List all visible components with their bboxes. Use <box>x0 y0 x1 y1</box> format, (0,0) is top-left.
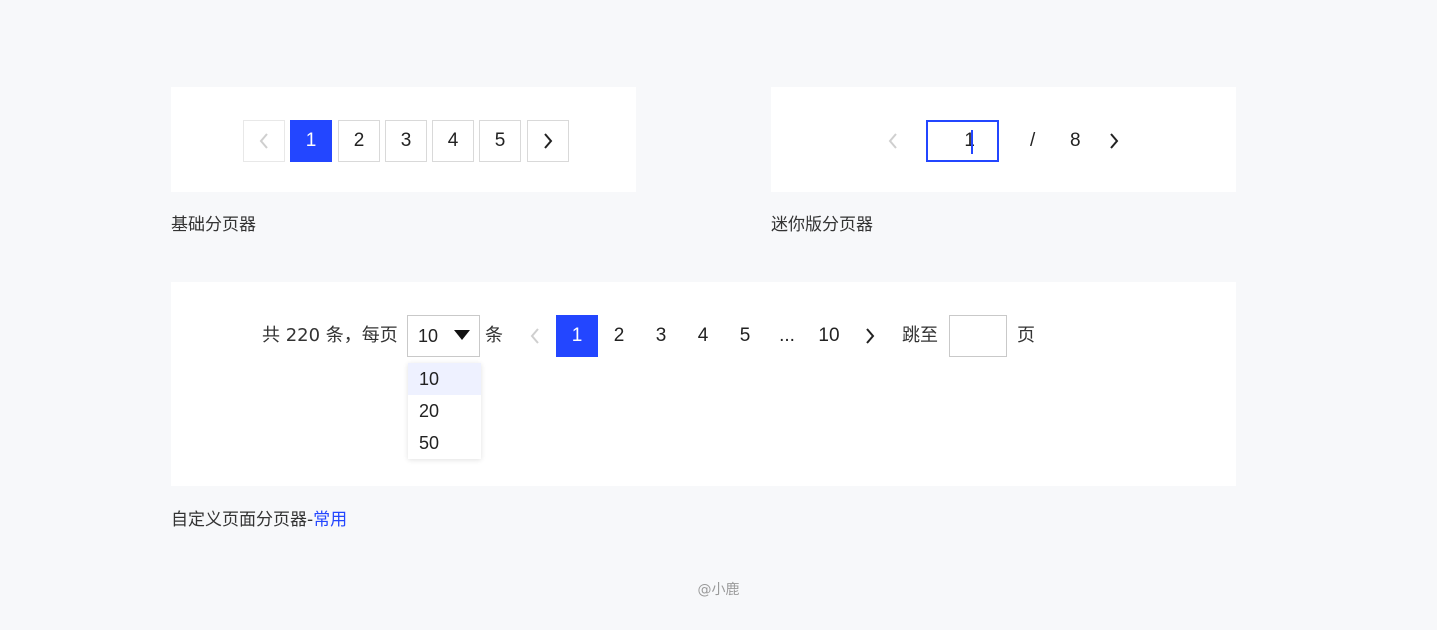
jump-page-input[interactable] <box>949 315 1007 357</box>
mini-current-page: 1 <box>964 130 975 151</box>
page-size-dropdown: 10 20 50 <box>408 363 481 459</box>
mini-separator: / <box>1030 130 1036 151</box>
mini-pager-card: 1 / 8 <box>771 87 1236 192</box>
chevron-right-icon <box>866 328 875 344</box>
full-prev-button[interactable] <box>529 327 541 345</box>
mini-next-button[interactable] <box>1108 132 1120 150</box>
total-count-label: 共 220 条，每页 <box>262 325 398 346</box>
page-size-option-20[interactable]: 20 <box>408 395 481 427</box>
chevron-left-icon <box>259 133 268 149</box>
basic-page-2[interactable]: 2 <box>338 120 380 162</box>
full-pager-caption: 自定义页面分页器-常用 <box>171 505 347 530</box>
basic-page-1[interactable]: 1 <box>290 120 332 162</box>
full-next-button[interactable] <box>864 327 876 345</box>
basic-page-5[interactable]: 5 <box>479 120 521 162</box>
page-size-value: 10 <box>418 326 439 346</box>
chevron-left-icon <box>888 133 897 149</box>
page-size-option-10[interactable]: 10 <box>408 363 481 395</box>
full-pager-card: 共 220 条，每页 10 条 1 2 3 4 5 ... 10 跳至 页 10… <box>171 282 1236 486</box>
jump-label: 跳至 <box>902 325 938 346</box>
full-page-5[interactable]: 5 <box>724 315 766 357</box>
basic-page-3[interactable]: 3 <box>385 120 427 162</box>
full-pager-caption-main: 自定义页面分页器- <box>171 510 314 530</box>
jump-unit: 页 <box>1017 325 1035 346</box>
page-size-select[interactable]: 10 <box>407 315 480 357</box>
mini-total-pages: 8 <box>1070 130 1081 151</box>
chevron-right-icon <box>1110 133 1119 149</box>
basic-pager-caption: 基础分页器 <box>171 215 256 235</box>
full-page-ellipsis[interactable]: ... <box>766 315 808 357</box>
full-page-1[interactable]: 1 <box>556 315 598 357</box>
basic-pager-card: 1 2 3 4 5 <box>171 87 636 192</box>
basic-page-4[interactable]: 4 <box>432 120 474 162</box>
full-page-10[interactable]: 10 <box>808 315 850 357</box>
basic-next-button[interactable] <box>527 120 569 162</box>
footer-credit: @小鹿 <box>697 582 740 598</box>
mini-page-input[interactable]: 1 <box>926 120 999 162</box>
full-page-3[interactable]: 3 <box>640 315 682 357</box>
page-size-unit: 条 <box>485 325 503 346</box>
full-page-4[interactable]: 4 <box>682 315 724 357</box>
mini-prev-button[interactable] <box>887 132 899 150</box>
full-page-2[interactable]: 2 <box>598 315 640 357</box>
mini-pager-caption: 迷你版分页器 <box>771 215 873 235</box>
page-size-option-50[interactable]: 50 <box>408 427 481 459</box>
caret-down-icon <box>454 330 470 340</box>
chevron-right-icon <box>544 133 553 149</box>
chevron-left-icon <box>530 328 539 344</box>
full-pager-caption-tag: 常用 <box>313 510 348 530</box>
text-caret <box>971 130 973 154</box>
basic-prev-button[interactable] <box>243 120 285 162</box>
